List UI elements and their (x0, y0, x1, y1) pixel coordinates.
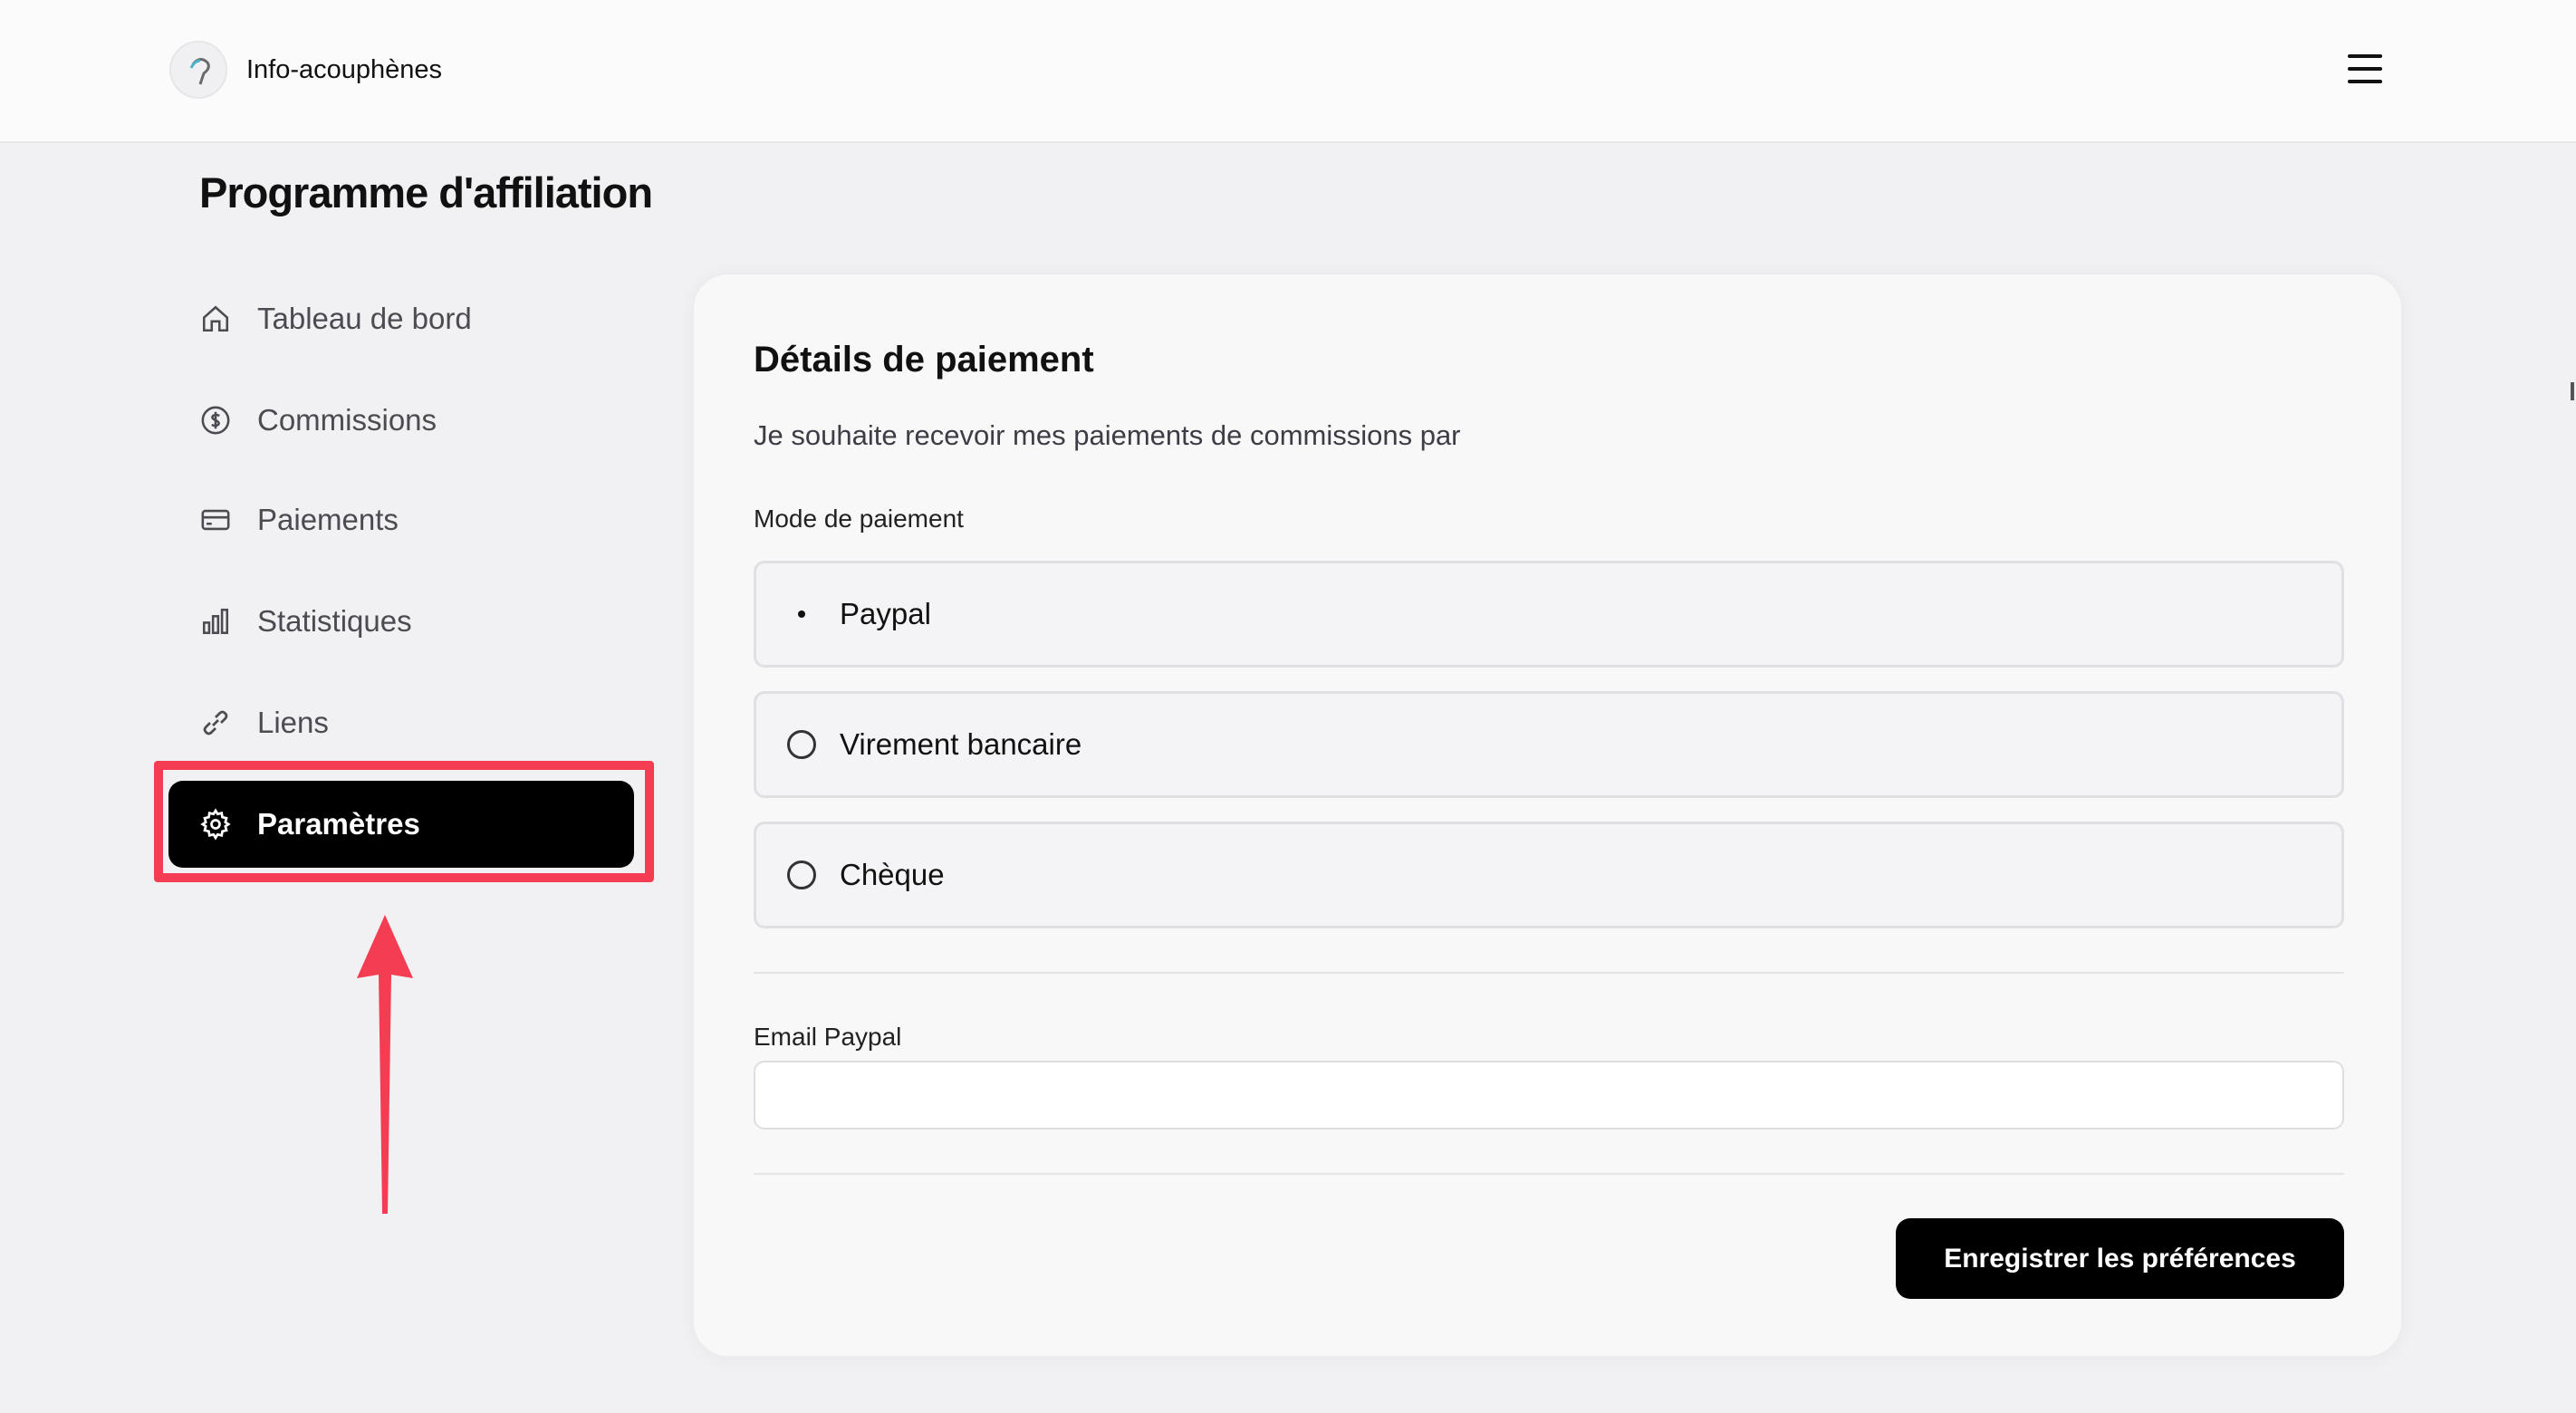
payment-option-bank-transfer[interactable]: Virement bancaire (754, 691, 2344, 798)
sidebar-item-label: Liens (257, 706, 329, 739)
payment-details-card: Détails de paiement Je souhaite recevoir… (692, 273, 2403, 1358)
radio-button[interactable] (787, 600, 816, 629)
radio-button[interactable] (787, 730, 816, 759)
card-subtitle: Je souhaite recevoir mes paiements de co… (754, 419, 1461, 451)
payment-option-paypal[interactable]: Paypal (754, 561, 2344, 668)
card-title: Détails de paiement (754, 340, 1094, 380)
gear-icon (199, 808, 232, 841)
option-label: Paypal (840, 597, 931, 630)
sidebar-item-label: Paramètres (257, 807, 420, 841)
option-label: Chèque (840, 858, 945, 891)
divider (754, 1173, 2344, 1175)
scroll-edge-marker (2571, 382, 2574, 400)
sidebar-item-statistics[interactable]: Statistiques (168, 578, 634, 665)
sidebar-item-settings[interactable]: Paramètres (168, 781, 634, 868)
credit-card-icon (199, 504, 232, 536)
page-title: Programme d'affiliation (199, 168, 653, 216)
sidebar-item-dashboard[interactable]: Tableau de bord (168, 275, 634, 362)
top-navbar: Info-acouphènes (0, 0, 2576, 143)
ear-logo-icon (189, 58, 210, 85)
brand-logo[interactable] (169, 41, 227, 99)
save-preferences-button[interactable]: Enregistrer les préférences (1896, 1218, 2344, 1299)
dollar-circle-icon (199, 404, 232, 437)
sidebar-item-label: Commissions (257, 403, 437, 437)
payment-mode-label: Mode de paiement (754, 505, 964, 533)
sidebar-item-label: Statistiques (257, 604, 412, 638)
link-icon (199, 706, 232, 739)
annotation-arrow-icon (357, 915, 413, 1214)
email-paypal-input[interactable] (754, 1061, 2344, 1129)
sidebar-item-label: Tableau de bord (257, 302, 472, 335)
email-paypal-label: Email Paypal (754, 1023, 902, 1051)
sidebar-item-payments[interactable]: Paiements (168, 476, 634, 563)
radio-button[interactable] (787, 860, 816, 889)
divider (754, 972, 2344, 974)
brand-name[interactable]: Info-acouphènes (246, 55, 442, 85)
sidebar-item-commissions[interactable]: Commissions (168, 377, 634, 464)
hamburger-menu-icon[interactable] (2348, 54, 2384, 85)
option-label: Virement bancaire (840, 727, 1082, 761)
home-icon (199, 303, 232, 335)
payment-option-cheque[interactable]: Chèque (754, 822, 2344, 928)
bar-chart-icon (199, 605, 232, 638)
sidebar-item-links[interactable]: Liens (168, 679, 634, 766)
sidebar-item-label: Paiements (257, 503, 399, 536)
